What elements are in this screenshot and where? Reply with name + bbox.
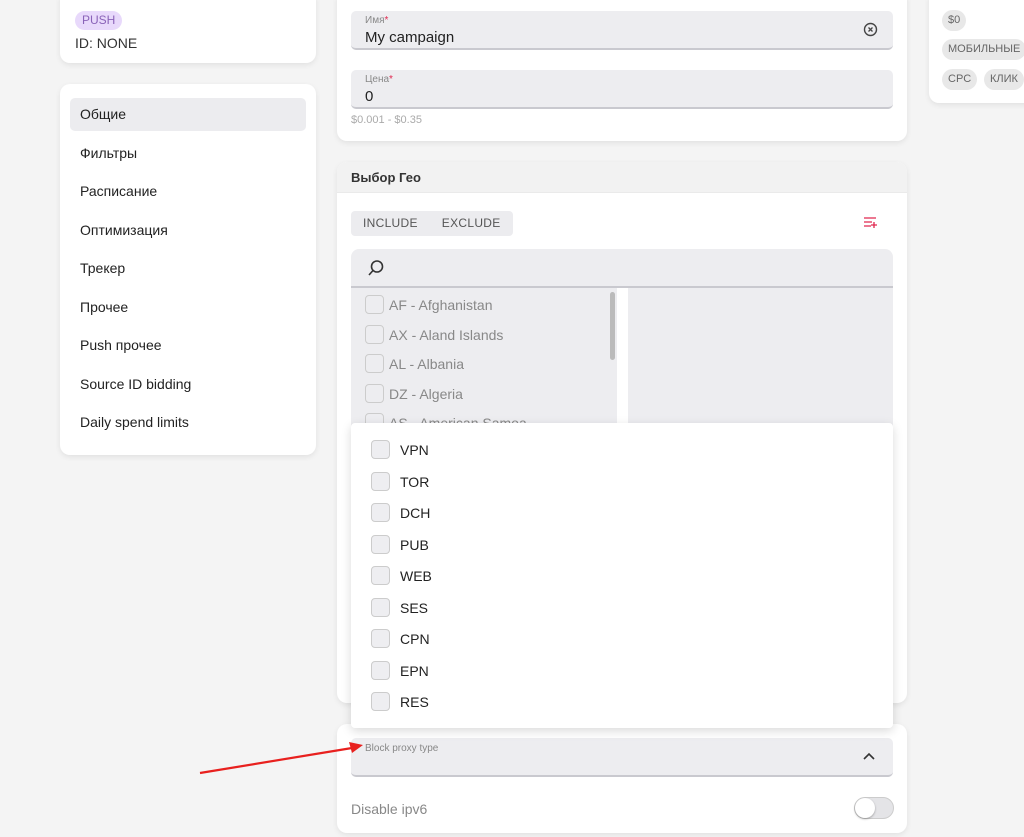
annotation-arrow [199, 742, 363, 775]
